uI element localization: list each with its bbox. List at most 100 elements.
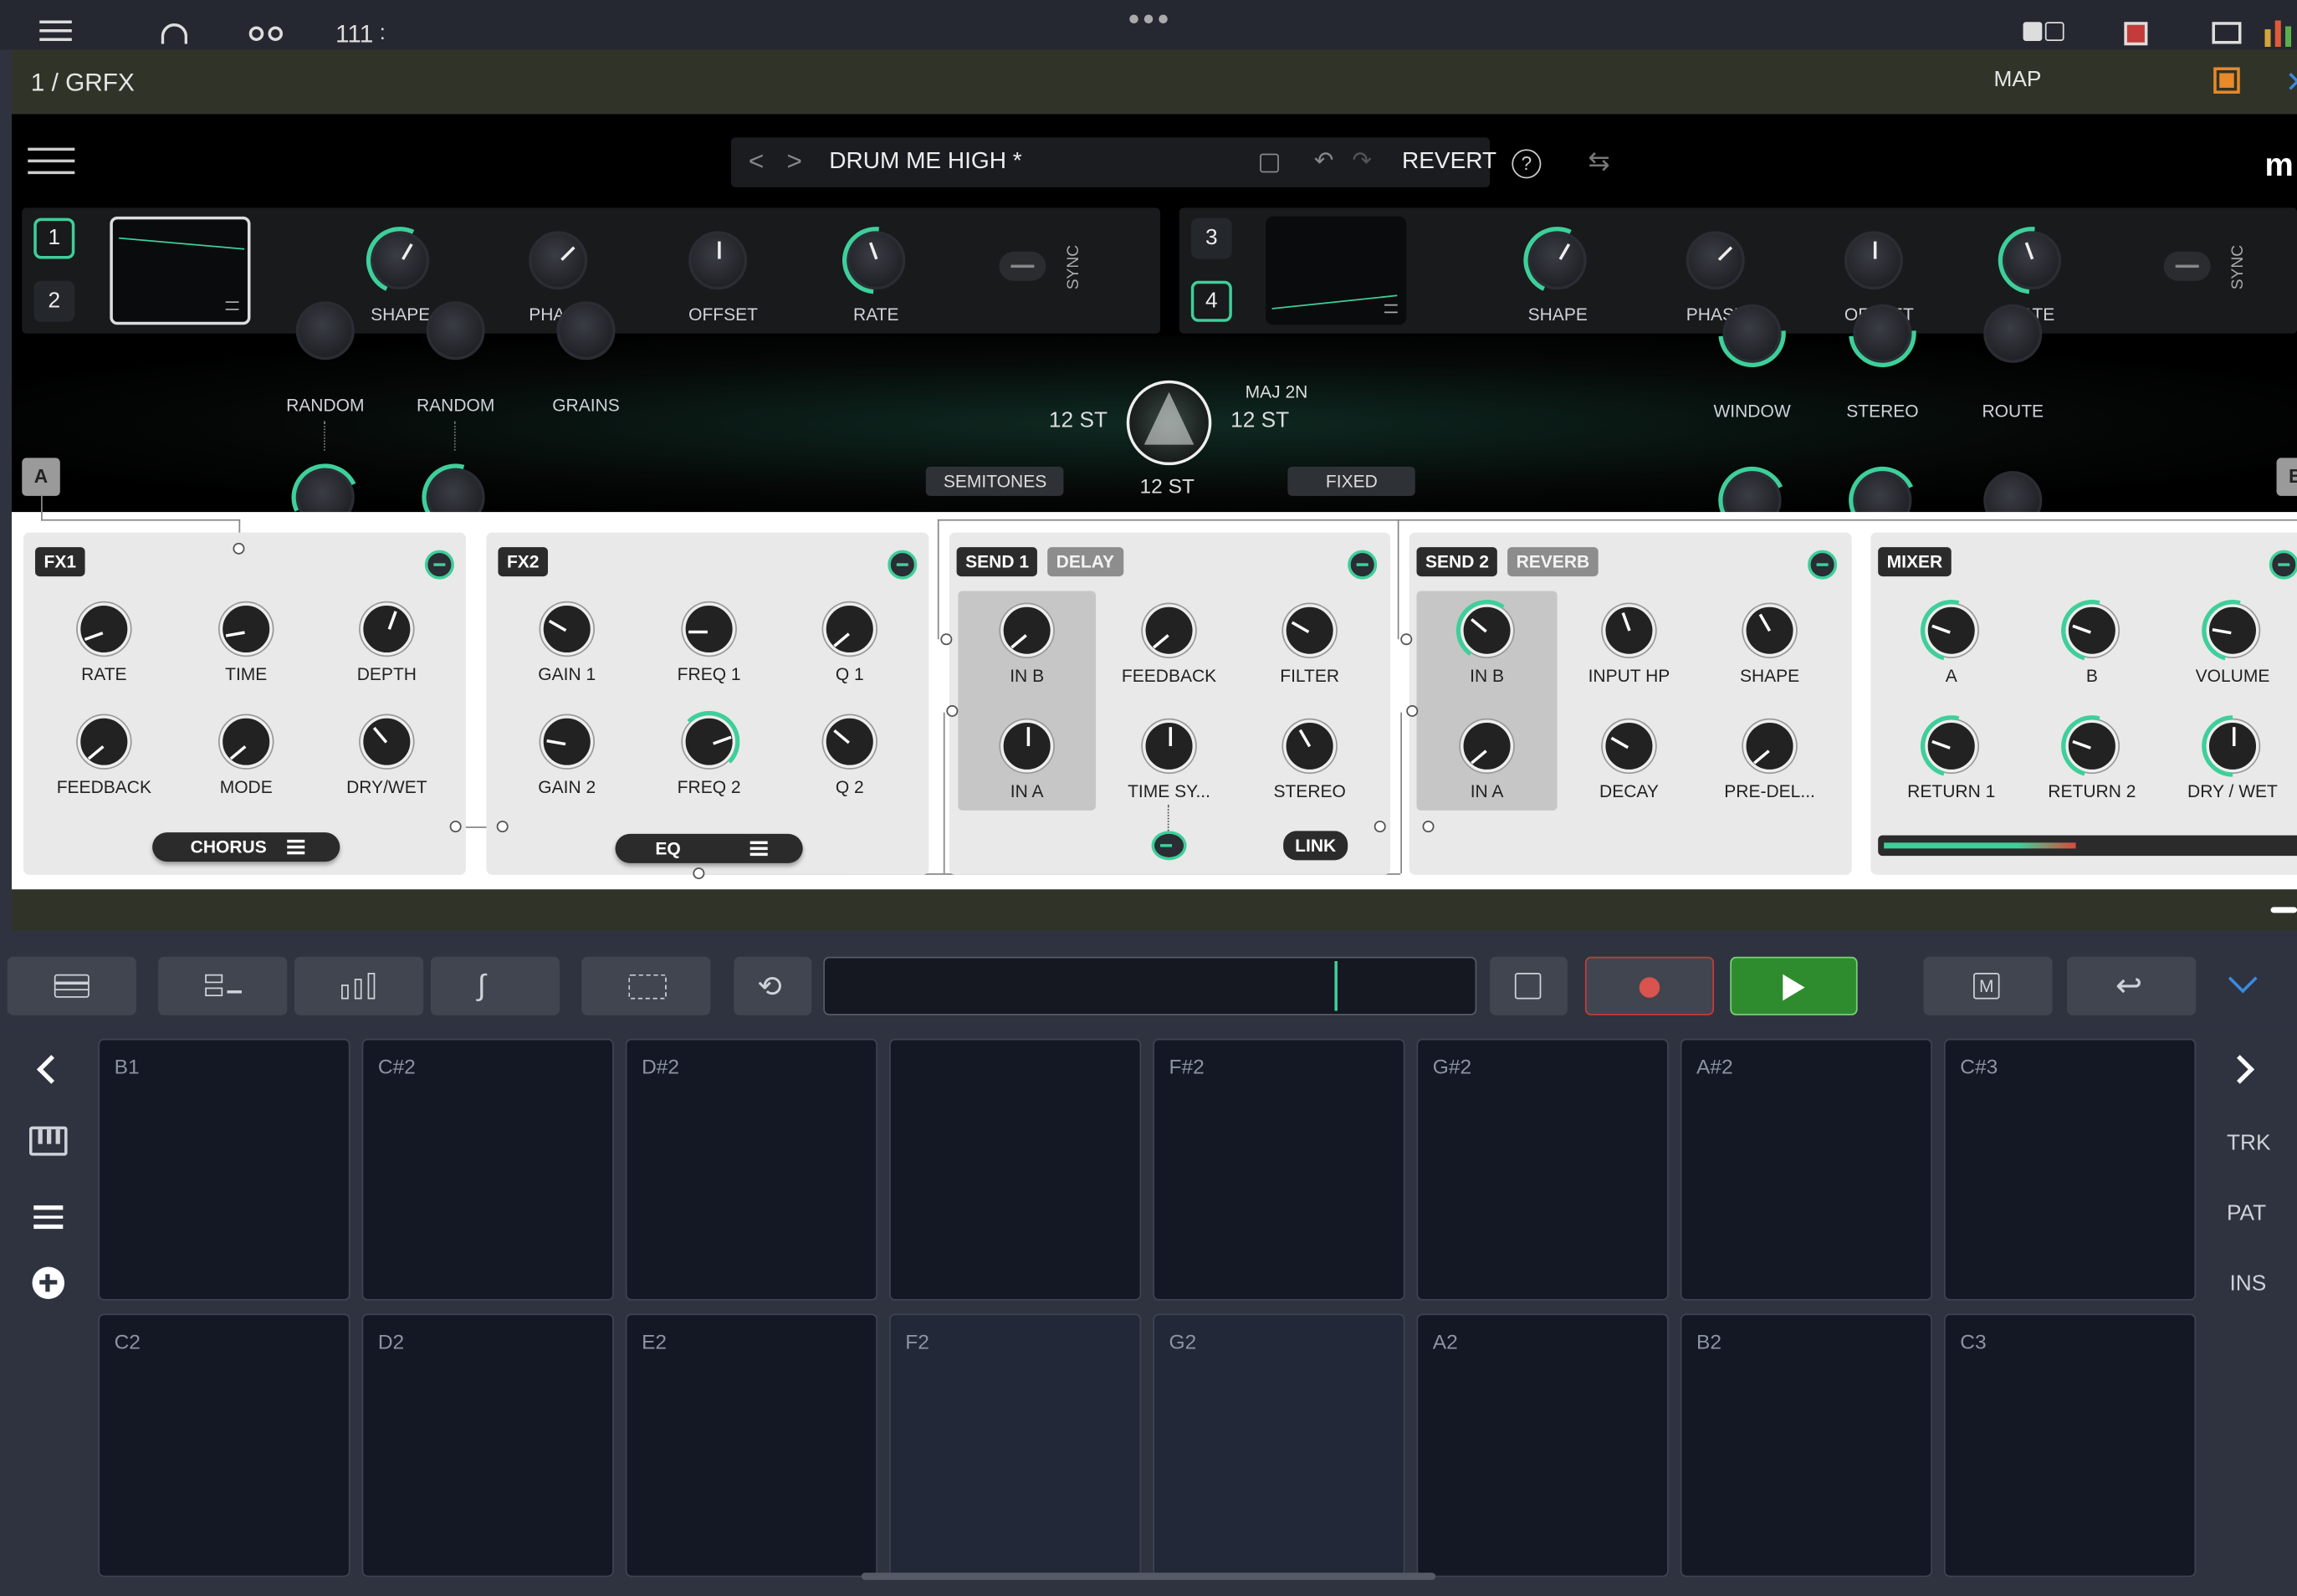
fx1-output-port[interactable]: [449, 821, 462, 833]
lfo-wave-display[interactable]: [110, 216, 251, 325]
send1-sync-toggle[interactable]: [1151, 831, 1187, 861]
pad-c3[interactable]: C3: [1943, 1313, 2197, 1578]
prev-page-icon[interactable]: [36, 1055, 66, 1084]
pad-gsharp2[interactable]: G#2: [1416, 1038, 1669, 1301]
fx1-input-port[interactable]: [233, 542, 245, 555]
send2-input-a-port[interactable]: [1406, 704, 1419, 717]
menu-icon[interactable]: [39, 20, 72, 41]
pad-c2[interactable]: C2: [98, 1313, 350, 1578]
send2-output-port[interactable]: [1422, 821, 1435, 833]
semitones-button[interactable]: SEMITONES: [925, 466, 1065, 496]
timeline-display[interactable]: [823, 956, 1477, 1015]
map-button[interactable]: MAP: [1994, 67, 2042, 92]
save-icon[interactable]: [1260, 153, 1279, 173]
next-preset-icon[interactable]: >: [786, 146, 801, 177]
send1-inb-knob[interactable]: [1000, 604, 1054, 657]
close-icon[interactable]: ✕: [2285, 64, 2297, 101]
pad-blank[interactable]: [889, 1038, 1142, 1301]
send2-type[interactable]: REVERB: [1507, 547, 1599, 577]
record-indicator-icon[interactable]: [2124, 22, 2148, 46]
voicemail-icon[interactable]: [248, 26, 284, 41]
send1-ina-knob[interactable]: [1000, 719, 1054, 773]
pad-d2[interactable]: D2: [361, 1313, 614, 1578]
fx1-drywet-knob[interactable]: [360, 715, 413, 769]
lfo2-wave-menu-icon[interactable]: [1384, 304, 1398, 314]
undo-button[interactable]: ↩: [2067, 956, 2197, 1015]
send1-input-b-port[interactable]: [940, 633, 953, 646]
random2-knob[interactable]: [426, 301, 485, 361]
send1-link-button[interactable]: LINK: [1283, 831, 1348, 861]
pat-button[interactable]: PAT: [2227, 1201, 2266, 1226]
pad-g2[interactable]: G2: [1153, 1313, 1405, 1578]
lfo2-offset-knob[interactable]: [1844, 231, 1903, 290]
send2-predelay-knob[interactable]: [1743, 719, 1797, 773]
send1-timesync-knob[interactable]: [1143, 719, 1196, 773]
pad-b2[interactable]: B2: [1680, 1313, 1932, 1578]
fx1-time-knob[interactable]: [219, 602, 273, 656]
lfo2-phase-knob[interactable]: [1686, 231, 1745, 290]
fx1-rate-knob[interactable]: [77, 602, 130, 656]
revert-button[interactable]: REVERT: [1402, 149, 1496, 175]
mixer-view-button[interactable]: [294, 956, 424, 1015]
pad-a2[interactable]: A2: [1416, 1313, 1669, 1578]
more-dots-icon[interactable]: [1129, 14, 1168, 23]
pad-e2[interactable]: E2: [625, 1313, 878, 1578]
send2-ina-knob[interactable]: [1461, 719, 1514, 773]
pad-csharp3[interactable]: C#3: [1943, 1038, 2197, 1301]
send2-shape-knob[interactable]: [1743, 604, 1797, 657]
edit-button[interactable]: [1490, 956, 1568, 1015]
clips-view-button[interactable]: [158, 956, 288, 1015]
send1-output-port[interactable]: [1374, 821, 1386, 833]
fixed-button[interactable]: FIXED: [1287, 466, 1416, 496]
loop-button[interactable]: ⟲: [734, 956, 812, 1015]
send1-feedback-knob[interactable]: [1143, 604, 1196, 657]
pad-b1[interactable]: B1: [98, 1038, 350, 1301]
lfo1-sync-toggle[interactable]: [999, 251, 1046, 281]
fx2-type-selector[interactable]: EQ: [615, 833, 803, 863]
metronome-button[interactable]: M: [1923, 956, 2053, 1015]
window-icon[interactable]: [2212, 22, 2242, 44]
trk-button[interactable]: TRK: [2227, 1131, 2271, 1156]
next-page-icon[interactable]: [2225, 1055, 2255, 1084]
play-button[interactable]: [1730, 956, 1858, 1015]
swap-arrows-icon[interactable]: ⇆: [1588, 146, 1609, 177]
send2-decay-knob[interactable]: [1602, 719, 1655, 773]
send1-bypass-toggle[interactable]: [1348, 550, 1378, 580]
list-menu-icon[interactable]: [33, 1205, 64, 1229]
lfo1-offset-knob[interactable]: [688, 231, 748, 290]
redo-icon[interactable]: ↷: [1352, 146, 1371, 176]
fx2-output-port[interactable]: [693, 867, 705, 880]
fx2-q2-knob[interactable]: [823, 715, 877, 769]
fx1-bypass-toggle[interactable]: [424, 550, 454, 580]
lfo-tab-1[interactable]: 1: [33, 217, 75, 259]
fx1-type-menu-icon[interactable]: [287, 839, 305, 855]
prev-preset-icon[interactable]: <: [749, 146, 764, 177]
random1-knob[interactable]: [295, 301, 355, 361]
record-button[interactable]: [1584, 956, 1715, 1015]
fx1-type-selector[interactable]: CHORUS: [152, 832, 340, 862]
send2-inputhp-knob[interactable]: [1602, 604, 1655, 657]
send1-stereo-knob[interactable]: [1283, 719, 1337, 773]
pad-asharp2[interactable]: A#2: [1680, 1038, 1932, 1301]
fx1-depth-knob[interactable]: [360, 602, 413, 656]
fx2-input-port[interactable]: [496, 821, 509, 833]
split-view-icon[interactable]: [2023, 22, 2064, 41]
lfo-tab-4[interactable]: 4: [1190, 280, 1232, 322]
lfo1-phase-knob[interactable]: [529, 231, 588, 290]
headphones-icon[interactable]: [161, 23, 188, 44]
send2-input-b-port[interactable]: [1400, 633, 1413, 646]
automation-view-button[interactable]: ∫: [430, 956, 560, 1015]
lfo-wave-menu-icon[interactable]: [225, 301, 239, 310]
fx2-gain2-knob[interactable]: [540, 715, 594, 769]
lfo-tab-2[interactable]: 2: [33, 280, 75, 322]
orange-toggle-icon[interactable]: [2213, 67, 2240, 94]
pitch-triangle-icon[interactable]: [1126, 380, 1212, 466]
pad-fsharp2[interactable]: F#2: [1153, 1038, 1405, 1301]
track-view-button[interactable]: [7, 956, 136, 1015]
plugin-menu-icon[interactable]: [28, 147, 75, 175]
preset-name[interactable]: DRUM ME HIGH *: [829, 149, 1021, 175]
fx2-freq1-knob[interactable]: [683, 602, 736, 656]
route-knob[interactable]: [1983, 304, 2043, 363]
pad-dsharp2[interactable]: D#2: [625, 1038, 878, 1301]
pad-csharp2[interactable]: C#2: [361, 1038, 614, 1301]
